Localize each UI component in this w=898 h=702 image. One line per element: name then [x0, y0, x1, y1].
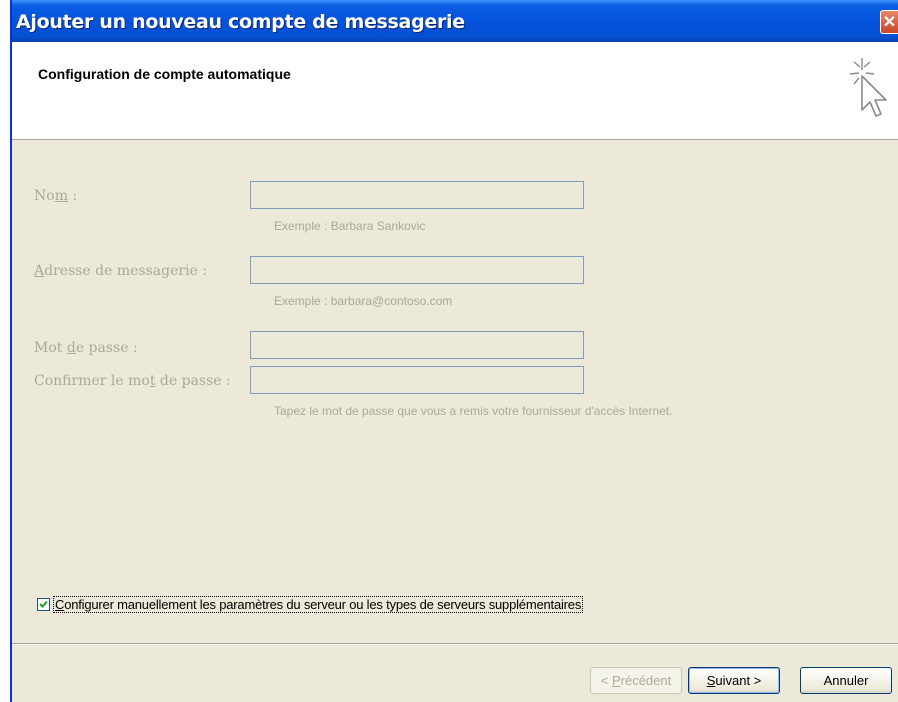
manual-config-checkbox[interactable] [37, 598, 50, 611]
add-account-dialog: Ajouter un nouveau compte de messagerie … [10, 0, 898, 702]
footer-divider [12, 643, 898, 645]
cancel-button[interactable]: Annuler [800, 667, 892, 694]
page-title: Configuration de compte automatique [38, 66, 291, 82]
password-hint: Tapez le mot de passe que vous a remis v… [274, 404, 673, 418]
close-button[interactable]: ✕ [880, 10, 898, 34]
title-bar[interactable]: Ajouter un nouveau compte de messagerie … [12, 0, 898, 42]
close-icon: ✕ [882, 14, 897, 31]
checkmark-icon [39, 600, 48, 608]
back-button[interactable]: < Précédent [590, 667, 682, 694]
password-input[interactable] [250, 331, 584, 359]
next-button[interactable]: Suivant > [688, 667, 780, 694]
name-hint: Exemple : Barbara Sankovic [274, 219, 426, 233]
manual-config-option[interactable]: Configurer manuellement les paramètres d… [37, 596, 584, 613]
confirm-password-input[interactable] [250, 366, 584, 394]
password-label: Mot de passe : [34, 340, 138, 356]
dialog-header: Configuration de compte automatique [12, 42, 898, 140]
cursor-sparkle-icon [849, 58, 887, 117]
confirm-password-label: Confirmer le mot de passe : [34, 373, 231, 389]
name-input[interactable] [250, 181, 584, 209]
email-input[interactable] [250, 256, 584, 284]
email-hint: Exemple : barbara@contoso.com [274, 294, 453, 308]
window-title: Ajouter un nouveau compte de messagerie [16, 11, 465, 33]
manual-config-label[interactable]: Configurer manuellement les paramètres d… [53, 596, 584, 613]
email-label: Adresse de messagerie : [34, 263, 208, 279]
name-label: Nom : [34, 188, 78, 204]
